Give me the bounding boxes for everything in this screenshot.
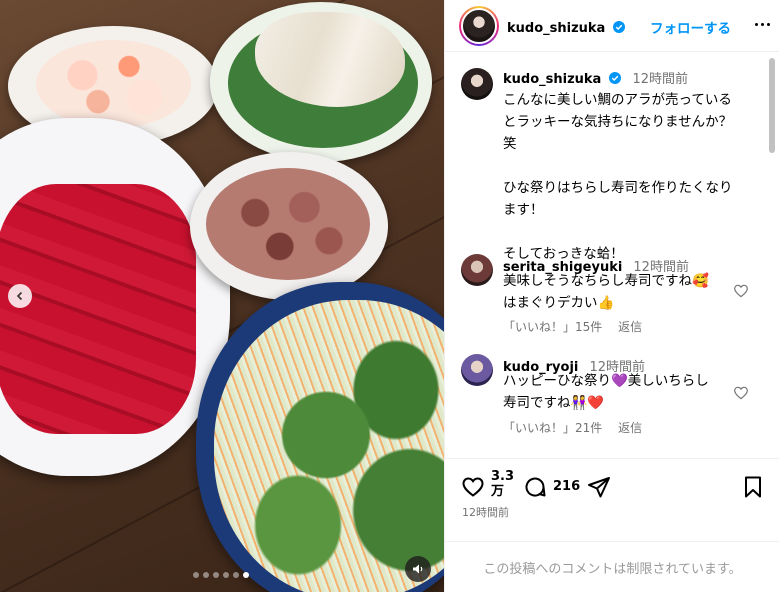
caption-header: kudo_shizuka 12時間前 [503,68,688,87]
post-photo[interactable] [0,0,444,592]
reply-button[interactable]: 返信 [618,320,642,334]
post-timestamp[interactable]: 12時間前 [462,504,509,520]
caption-line [503,155,763,177]
carousel-dot [243,572,249,578]
squid-plate [190,152,388,300]
caption-time: 12時間前 [632,72,689,87]
comment-text: 美味しそうなちらし寿司ですね🥰 はまぐりデカい👍 [503,270,733,314]
comments-count[interactable]: 216 [553,479,580,494]
reply-button[interactable]: 返信 [618,421,642,435]
chevron-left-icon [16,291,23,301]
verified-badge-icon [609,72,622,84]
comment-avatar[interactable] [461,254,493,286]
audio-button[interactable] [405,556,431,582]
carousel-dot [233,572,239,578]
comments-section: kudo_shizuka 12時間前 こんなに美しい鯛のアラが売っている とラッ… [445,52,779,457]
carousel-dot [203,572,209,578]
caption-avatar[interactable] [461,68,493,100]
caption-line [503,221,763,243]
comment-likes-count[interactable]: 「いいね！」15件 [503,320,602,334]
author-name-row: kudo_shizuka [507,17,626,36]
comment-line: 美味しそうなちらし寿司ですね🥰 [503,273,709,289]
carousel-dot [223,572,229,578]
carousel-prev-button[interactable] [8,284,32,308]
heart-icon[interactable] [461,475,485,499]
comment-avatar[interactable] [461,354,493,386]
comment-meta: 「いいね！」21件 返信 [503,419,654,436]
tuna-plate [0,118,230,476]
comment-icon[interactable] [523,475,547,499]
caption-line: とラッキーな気持ちになりませんか？ [503,114,733,130]
comment-line: ハッピーひな祭り💜美しいちらし [503,373,709,389]
caption-line: 笑 [503,136,517,152]
caption-line: ひな祭りはちらし寿司を作りたくなり [503,180,733,196]
follow-button[interactable]: フォローする [650,17,731,37]
post-side-panel: kudo_shizuka フォローする kudo_shizuka 12時間前 こ… [444,0,779,592]
post-header: kudo_shizuka フォローする [445,0,779,52]
caption-text: こんなに美しい鯛のアラが売っている とラッキーな気持ちになりませんか？ 笑 ひな… [503,89,763,265]
likes-unit: 万 [491,484,505,499]
author-avatar[interactable] [459,6,499,46]
bookmark-icon[interactable] [741,475,765,499]
likes-count[interactable]: 3.3 万 [491,469,514,499]
verified-badge-icon [613,21,626,33]
chicken-plate [210,2,432,162]
comments-scrollbar[interactable] [769,58,775,153]
share-icon[interactable] [587,475,611,499]
comment-likes-count[interactable]: 「いいね！」21件 [503,421,602,435]
more-options-icon[interactable] [750,12,774,36]
carousel-dots [193,572,249,578]
caption-line: ます！ [503,202,544,218]
audio-icon [413,564,423,574]
comments-disabled-notice: この投稿へのコメントは制限されています。 [445,541,779,592]
comment-line: 寿司ですね👭❤️ [503,395,605,411]
likes-number: 3.3 [491,469,515,484]
carousel-dot [193,572,199,578]
comment-line: はまぐりデカい👍 [503,295,615,311]
author-username[interactable]: kudo_shizuka [507,21,605,36]
heart-icon[interactable] [733,385,749,401]
comment-text: ハッピーひな祭り💜美しいちらし 寿司ですね👭❤️ [503,370,733,414]
comment-meta: 「いいね！」15件 返信 [503,318,654,335]
caption-username[interactable]: kudo_shizuka [503,72,601,87]
carousel-dot [213,572,219,578]
heart-icon[interactable] [733,283,749,299]
caption-line: こんなに美しい鯛のアラが売っている [503,92,732,108]
